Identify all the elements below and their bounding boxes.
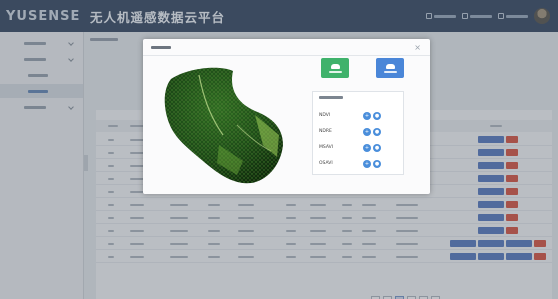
index-name: NDVI xyxy=(319,113,331,118)
view-icon[interactable]: ● xyxy=(373,159,381,168)
field-map-image xyxy=(164,67,283,184)
add-icon[interactable]: + xyxy=(363,111,371,120)
index-row: NDVI + ● xyxy=(319,110,399,121)
index-name: OSAVI xyxy=(319,161,333,166)
add-icon[interactable]: + xyxy=(363,159,371,168)
app-window: YUSENSE 无人机遥感数据云平台 × NDVI + ● NDRE + ● M… xyxy=(0,0,558,299)
close-icon[interactable]: × xyxy=(414,43,421,52)
dialog-title xyxy=(151,45,171,49)
download-button-label xyxy=(383,70,397,73)
add-icon[interactable]: + xyxy=(363,127,371,136)
dialog-header: × xyxy=(143,39,430,56)
cloud-upload-icon xyxy=(330,63,340,69)
index-row: NDRE + ● xyxy=(319,126,399,137)
result-dialog: × NDVI + ● NDRE + ● MSAVI + ● OSAVI + ● xyxy=(143,39,430,194)
index-name: MSAVI xyxy=(319,145,334,150)
index-results-panel: NDVI + ● NDRE + ● MSAVI + ● OSAVI + ● xyxy=(312,91,404,175)
upload-button-label xyxy=(328,70,342,73)
cloud-download-icon xyxy=(385,63,395,69)
view-icon[interactable]: ● xyxy=(373,143,381,152)
add-icon[interactable]: + xyxy=(363,143,371,152)
index-panel-title xyxy=(319,96,343,99)
index-row: MSAVI + ● xyxy=(319,142,399,153)
download-button[interactable] xyxy=(376,58,404,78)
index-row: OSAVI + ● xyxy=(319,158,399,169)
view-icon[interactable]: ● xyxy=(373,111,381,120)
index-name: NDRE xyxy=(319,129,332,134)
upload-button[interactable] xyxy=(321,58,349,78)
view-icon[interactable]: ● xyxy=(373,127,381,136)
